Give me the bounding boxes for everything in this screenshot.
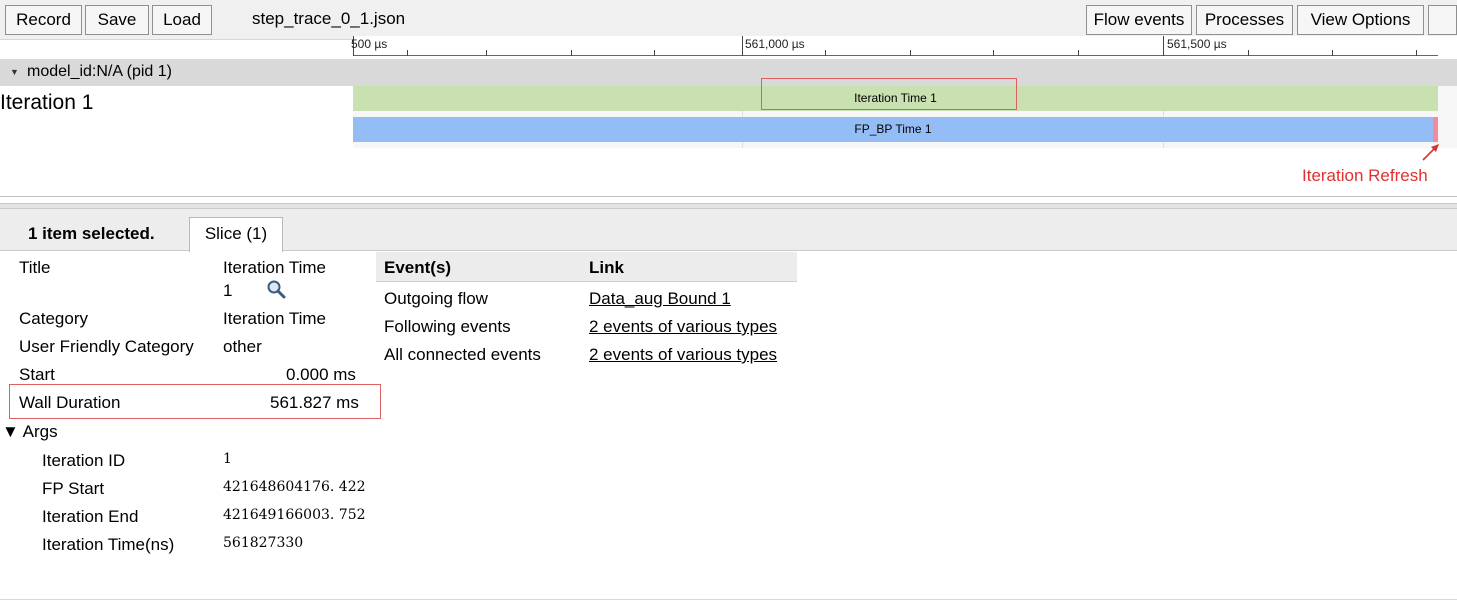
user-category-key: User Friendly Category bbox=[19, 337, 194, 356]
flow-events-button[interactable]: Flow events bbox=[1086, 5, 1192, 35]
title-key: Title bbox=[19, 258, 51, 277]
analysis-tabbar: 1 item selected. Slice (1) bbox=[0, 209, 1457, 252]
processes-button[interactable]: Processes bbox=[1196, 5, 1293, 35]
event-link-outgoing-flow[interactable]: Data_aug Bound 1 bbox=[589, 289, 731, 309]
ruler-minor-tick bbox=[654, 50, 655, 56]
trace-filename: step_trace_0_1.json bbox=[252, 9, 406, 28]
expand-triangle-icon[interactable]: ▼ bbox=[10, 67, 19, 77]
args-label: Args bbox=[22, 422, 58, 441]
arg-key: Iteration Time(ns) bbox=[42, 535, 175, 554]
process-label: model_id:N/A (pid 1) bbox=[27, 63, 172, 80]
category-key: Category bbox=[19, 309, 88, 328]
ruler-minor-tick bbox=[1332, 50, 1333, 56]
ruler-minor-tick bbox=[1078, 50, 1079, 56]
ruler-minor-tick bbox=[571, 50, 572, 56]
arg-value: 421648604176. 422 bbox=[223, 479, 366, 495]
start-value: 0.000 ms bbox=[286, 365, 356, 384]
ruler-minor-tick bbox=[1416, 50, 1417, 56]
ruler-label: 561,000 µs bbox=[745, 37, 805, 51]
arg-value: 421649166003. 752 bbox=[223, 507, 366, 523]
ruler-minor-tick bbox=[486, 50, 487, 56]
title-value-line2: 1 bbox=[223, 281, 233, 300]
ruler-major-tick bbox=[742, 36, 743, 56]
arg-key: FP Start bbox=[42, 479, 105, 498]
arg-key: Iteration ID bbox=[42, 451, 126, 470]
save-button[interactable]: Save bbox=[85, 5, 149, 35]
selection-count: 1 item selected. bbox=[28, 224, 155, 243]
annotation-box-iteration bbox=[761, 78, 1017, 110]
ruler-minor-tick bbox=[993, 50, 994, 56]
user-category-value: other bbox=[223, 337, 262, 356]
wall-duration-value: 561.827 ms bbox=[270, 393, 359, 412]
arg-value: 561827330 bbox=[223, 535, 304, 551]
events-column-link: Link bbox=[589, 258, 624, 277]
help-button[interactable] bbox=[1428, 5, 1457, 35]
event-name: Following events bbox=[384, 317, 511, 336]
annotation-label: Iteration Refresh bbox=[1302, 166, 1428, 185]
process-header[interactable]: ▼ model_id:N/A (pid 1) bbox=[0, 59, 1457, 86]
annotation-arrow-icon bbox=[1422, 144, 1439, 161]
ruler-baseline bbox=[353, 55, 1438, 56]
title-value: Iteration Time bbox=[223, 258, 326, 277]
toolbar: Record Save Load step_trace_0_1.json Flo… bbox=[0, 0, 1457, 40]
event-name: All connected events bbox=[384, 345, 541, 364]
ruler-label: 500 µs bbox=[351, 37, 388, 51]
ruler-label: 561,500 µs bbox=[1167, 37, 1227, 51]
magnifier-icon[interactable] bbox=[266, 279, 286, 299]
time-ruler[interactable]: 500 µs 561,000 µs 561,500 µs bbox=[351, 36, 1457, 59]
ruler-minor-tick bbox=[825, 50, 826, 56]
fp-bp-time-slice[interactable]: FP_BP Time 1 bbox=[353, 117, 1433, 142]
divider bbox=[0, 196, 1457, 197]
event-name: Outgoing flow bbox=[384, 289, 488, 308]
event-link-following-events[interactable]: 2 events of various types bbox=[589, 317, 777, 337]
events-table-header: Event(s) Link bbox=[376, 252, 797, 282]
thread-track: Iteration 1 Iteration Time 1 FP_BP Time … bbox=[0, 86, 1457, 148]
ruler-minor-tick bbox=[1248, 50, 1249, 56]
view-options-button[interactable]: View Options bbox=[1297, 5, 1424, 35]
track-label: Iteration 1 bbox=[0, 91, 94, 114]
collapse-triangle-icon: ▼ bbox=[2, 422, 19, 441]
ruler-minor-tick bbox=[407, 50, 408, 56]
ruler-major-tick bbox=[1163, 36, 1164, 56]
events-column-event: Event(s) bbox=[384, 258, 452, 277]
args-toggle[interactable]: ▼ Args bbox=[2, 422, 58, 442]
category-value: Iteration Time bbox=[223, 309, 326, 328]
start-key: Start bbox=[19, 365, 55, 384]
tab-slice[interactable]: Slice (1) bbox=[189, 217, 283, 252]
record-button[interactable]: Record bbox=[5, 5, 82, 35]
load-button[interactable]: Load bbox=[152, 5, 212, 35]
arg-key: Iteration End bbox=[42, 507, 139, 526]
wall-duration-key: Wall Duration bbox=[19, 393, 121, 412]
divider bbox=[0, 599, 1457, 600]
iteration-refresh-slice[interactable] bbox=[1433, 117, 1438, 142]
event-link-all-connected[interactable]: 2 events of various types bbox=[589, 345, 777, 365]
ruler-minor-tick bbox=[910, 50, 911, 56]
arg-value: 1 bbox=[223, 451, 232, 467]
